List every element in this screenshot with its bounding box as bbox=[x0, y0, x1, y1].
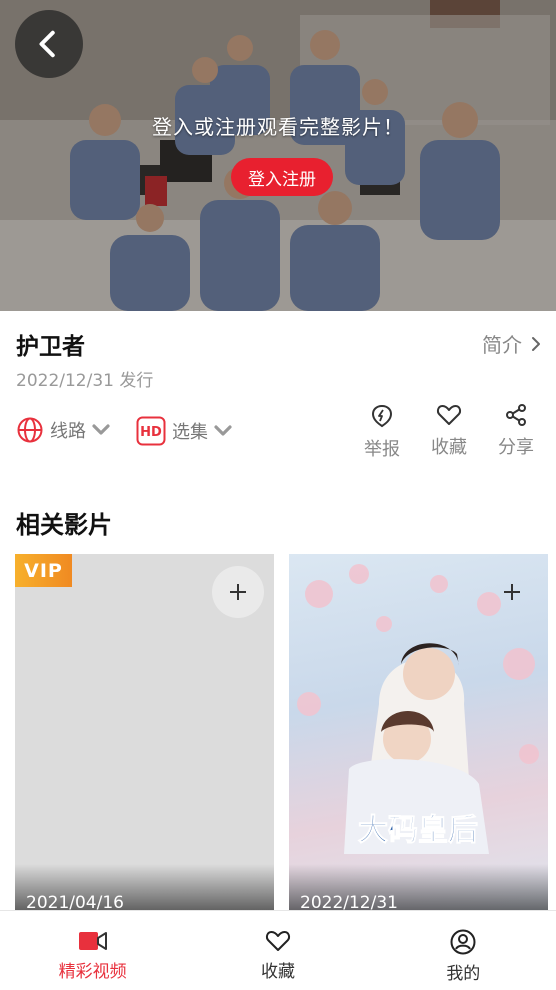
plus-icon bbox=[504, 584, 520, 600]
tab-label: 收藏 bbox=[260, 962, 295, 982]
share-action[interactable]: 分享 bbox=[498, 403, 534, 459]
card-date: 2021/04/16 bbox=[26, 893, 124, 910]
tab-videos[interactable]: 精彩视频 bbox=[0, 911, 185, 990]
chevron-down-icon bbox=[214, 425, 232, 436]
hd-badge-text: HD bbox=[140, 425, 162, 440]
favorite-action[interactable]: 收藏 bbox=[431, 403, 467, 459]
tab-profile[interactable]: 我的 bbox=[371, 911, 556, 990]
chevron-left-icon bbox=[39, 30, 55, 58]
report-label: 举报 bbox=[364, 439, 400, 460]
poster-title-art: 大码皇后 bbox=[358, 813, 478, 848]
video-player[interactable]: 登入或注册观看完整影片！ 登入注册 bbox=[0, 0, 556, 311]
share-icon bbox=[506, 404, 526, 426]
release-date: 2022/12/31 发行 bbox=[16, 371, 154, 391]
vip-badge: VIP bbox=[15, 554, 72, 587]
intro-link[interactable]: 简介 bbox=[482, 329, 542, 358]
report-action[interactable]: 举报 bbox=[364, 403, 400, 461]
chevron-down-icon bbox=[92, 424, 110, 435]
heart-icon bbox=[436, 405, 462, 425]
episode-selector[interactable]: HD 选集 bbox=[136, 416, 232, 446]
hd-icon: HD bbox=[136, 416, 166, 446]
report-icon bbox=[371, 404, 393, 428]
login-register-button[interactable]: 登入注册 bbox=[231, 158, 333, 196]
route-label: 线路 bbox=[50, 421, 86, 442]
login-prompt: 登入或注册观看完整影片！ bbox=[152, 115, 404, 139]
intro-label: 简介 bbox=[482, 333, 522, 357]
tab-favorites[interactable]: 收藏 bbox=[185, 911, 370, 990]
add-button[interactable] bbox=[486, 566, 538, 618]
chevron-right-icon bbox=[532, 336, 540, 351]
related-card[interactable]: VIP 2021/04/16 bbox=[15, 554, 274, 910]
back-button[interactable] bbox=[15, 10, 83, 78]
plus-icon bbox=[230, 584, 246, 600]
tab-label: 我的 bbox=[446, 964, 481, 984]
card-date: 2022/12/31 bbox=[300, 893, 398, 910]
related-card[interactable]: 大码皇后 2022/12/31 bbox=[289, 554, 548, 910]
tab-label: 精彩视频 bbox=[58, 962, 127, 982]
heart-icon bbox=[265, 931, 291, 951]
video-camera-icon bbox=[78, 932, 107, 950]
globe-icon bbox=[17, 417, 43, 443]
bottom-tabbar: 精彩视频 收藏 我的 bbox=[0, 910, 556, 990]
user-icon bbox=[450, 929, 476, 955]
movie-title: 护卫者 bbox=[16, 334, 85, 360]
route-selector[interactable]: 线路 bbox=[16, 416, 110, 444]
favorite-label: 收藏 bbox=[431, 437, 467, 458]
add-button[interactable] bbox=[212, 566, 264, 618]
episode-label: 选集 bbox=[172, 422, 208, 443]
poster-overlay bbox=[0, 0, 556, 311]
share-label: 分享 bbox=[498, 437, 534, 458]
related-section-title: 相关影片 bbox=[16, 511, 112, 539]
